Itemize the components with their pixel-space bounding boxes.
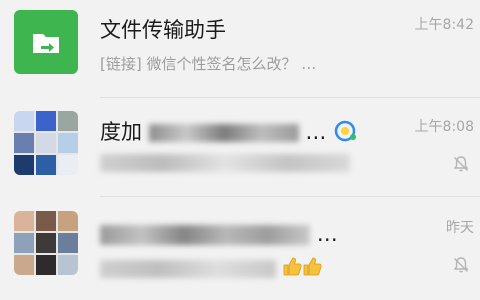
chat-title: 度加 …	[100, 116, 359, 146]
group-avatar-grid	[14, 111, 78, 175]
blurred-title	[148, 124, 299, 142]
chat-preview: [链接] 微信个性签名怎么改？ …	[100, 55, 317, 73]
ai-assistant-emoji-icon	[334, 120, 357, 142]
chat-preview	[100, 255, 325, 278]
chat-preview	[100, 153, 350, 172]
group-avatar-grid	[14, 211, 78, 275]
chat-title: …	[100, 222, 338, 246]
mute-bell-icon	[453, 257, 469, 273]
file-transfer-avatar	[14, 10, 78, 74]
chat-item-group-dujia[interactable]: 度加 … 上午8:08	[0, 98, 480, 196]
chat-time: 上午8:08	[414, 119, 474, 135]
chat-time: 昨天	[446, 220, 474, 236]
blurred-preview	[100, 153, 350, 172]
blurred-preview	[100, 259, 276, 278]
chat-title-ellipsis: …	[316, 222, 338, 246]
chat-title: 文件传输助手	[100, 18, 226, 42]
mute-bell-icon	[453, 156, 469, 172]
blurred-title	[100, 225, 310, 245]
group-avatar	[14, 211, 78, 275]
chat-title-text: 度加	[100, 120, 142, 144]
thumbs-up-icon	[283, 257, 322, 276]
chat-item-file-transfer[interactable]: 文件传输助手 [链接] 微信个性签名怎么改？ … 上午8:42	[0, 0, 480, 98]
folder-transfer-icon	[33, 34, 59, 53]
chat-item-group-2[interactable]: … 昨天	[0, 197, 480, 295]
chat-time: 上午8:42	[414, 17, 474, 33]
chat-title-ellipsis: …	[305, 120, 327, 144]
group-avatar	[14, 111, 78, 175]
